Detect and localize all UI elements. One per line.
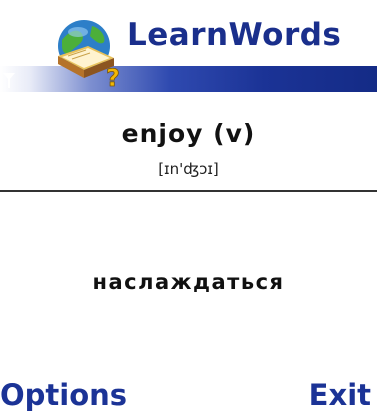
app-title: LearnWords bbox=[127, 17, 342, 53]
options-softkey[interactable]: Options bbox=[0, 381, 127, 410]
divider bbox=[0, 190, 377, 192]
svg-text:?: ? bbox=[106, 64, 120, 88]
app-header: ? LearnWords bbox=[0, 0, 377, 92]
translation-text: наслаждаться bbox=[92, 270, 285, 294]
signal-strength-icon bbox=[2, 71, 16, 89]
transcription-text: [ɪn'ʤɔɪ] bbox=[158, 160, 219, 178]
word-card: enjoy (v) [ɪn'ʤɔɪ] bbox=[0, 92, 377, 190]
book-globe-question-icon: ? bbox=[48, 16, 126, 92]
word-text: enjoy (v) bbox=[121, 119, 256, 148]
phone-screen: ? LearnWords enjoy (v) [ɪn'ʤɔɪ] наслажда… bbox=[0, 0, 377, 416]
exit-softkey[interactable]: Exit bbox=[309, 381, 371, 410]
